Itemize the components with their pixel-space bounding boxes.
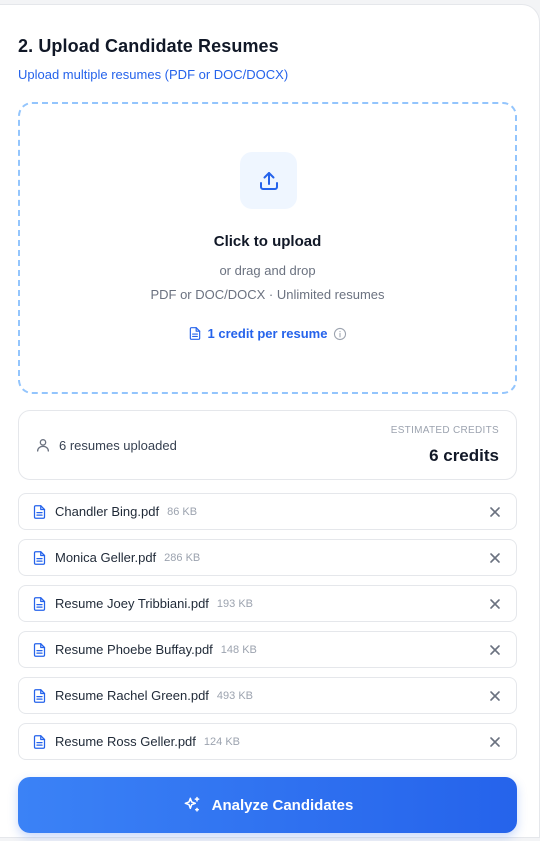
file-icon bbox=[32, 504, 47, 520]
file-name: Chandler Bing.pdf bbox=[55, 504, 160, 519]
uploaded-count: 6 resumes uploaded bbox=[35, 437, 177, 453]
file-item: Resume Phoebe Buffay.pdf 148 KB bbox=[18, 631, 517, 668]
estimated-credits-value: 6 credits bbox=[429, 446, 499, 465]
remove-file-button[interactable] bbox=[486, 687, 504, 705]
file-size: 148 KB bbox=[220, 643, 257, 656]
close-icon bbox=[490, 690, 500, 701]
dropzone-title: Click to upload bbox=[213, 233, 322, 250]
info-icon[interactable] bbox=[333, 327, 347, 341]
file-name: Resume Joey Tribbiani.pdf bbox=[55, 596, 209, 611]
upload-summary: 6 resumes uploaded ESTIMATED CREDITS 6 c… bbox=[18, 410, 517, 480]
uploaded-count-text: 6 resumes uploaded bbox=[59, 437, 177, 453]
file-name: Monica Geller.pdf bbox=[55, 550, 157, 565]
file-name: Resume Ross Geller.pdf bbox=[55, 734, 196, 749]
file-icon bbox=[32, 688, 47, 704]
document-icon bbox=[188, 326, 202, 341]
close-icon bbox=[490, 644, 500, 655]
file-size: 193 KB bbox=[216, 597, 254, 610]
remove-file-button[interactable] bbox=[486, 595, 504, 613]
file-size: 86 KB bbox=[167, 505, 198, 518]
analyze-candidates-button[interactable]: Analyze Candidates bbox=[18, 777, 517, 833]
file-name: Resume Rachel Green.pdf bbox=[55, 688, 209, 703]
remove-file-button[interactable] bbox=[486, 733, 504, 751]
file-item: Chandler Bing.pdf 86 KB bbox=[18, 493, 517, 530]
section-subtitle: Upload multiple resumes (PDF or DOC/DOCX… bbox=[18, 67, 289, 82]
upload-resumes-card: 2. Upload Candidate Resumes Upload multi… bbox=[0, 4, 540, 838]
close-icon bbox=[490, 736, 500, 747]
dropzone-drag-text: or drag and drop bbox=[219, 263, 316, 278]
upload-icon bbox=[240, 152, 297, 209]
resume-dropzone[interactable]: Click to upload or drag and drop PDF or … bbox=[18, 102, 517, 394]
remove-file-button[interactable] bbox=[486, 641, 504, 659]
estimated-credits-label: ESTIMATED CREDITS bbox=[390, 425, 499, 436]
analyze-button-label: Analyze Candidates bbox=[211, 796, 354, 814]
credit-note-text: 1 credit per resume bbox=[207, 326, 328, 341]
section-title: 2. Upload Candidate Resumes bbox=[18, 36, 279, 56]
close-icon bbox=[490, 598, 500, 609]
file-item: Monica Geller.pdf 286 KB bbox=[18, 539, 517, 576]
file-icon bbox=[32, 642, 47, 658]
file-icon bbox=[32, 596, 47, 612]
file-item: Resume Ross Geller.pdf 124 KB bbox=[18, 723, 517, 760]
close-icon bbox=[490, 552, 500, 563]
file-size: 286 KB bbox=[164, 551, 201, 564]
file-icon bbox=[32, 734, 47, 750]
credit-note: 1 credit per resume bbox=[20, 326, 515, 341]
remove-file-button[interactable] bbox=[486, 549, 504, 567]
file-name: Resume Phoebe Buffay.pdf bbox=[55, 642, 213, 657]
file-item: Resume Joey Tribbiani.pdf 193 KB bbox=[18, 585, 517, 622]
file-size: 493 KB bbox=[216, 689, 254, 702]
sparkles-icon bbox=[182, 795, 202, 815]
file-size: 124 KB bbox=[203, 735, 240, 748]
user-icon bbox=[35, 437, 51, 453]
file-list: Chandler Bing.pdf 86 KB Monica Geller.pd… bbox=[18, 493, 517, 769]
file-item: Resume Rachel Green.pdf 493 KB bbox=[18, 677, 517, 714]
file-icon bbox=[32, 550, 47, 566]
close-icon bbox=[490, 506, 500, 517]
dropzone-formats-text: PDF or DOC/DOCX · Unlimited resumes bbox=[150, 287, 385, 302]
remove-file-button[interactable] bbox=[486, 503, 504, 521]
